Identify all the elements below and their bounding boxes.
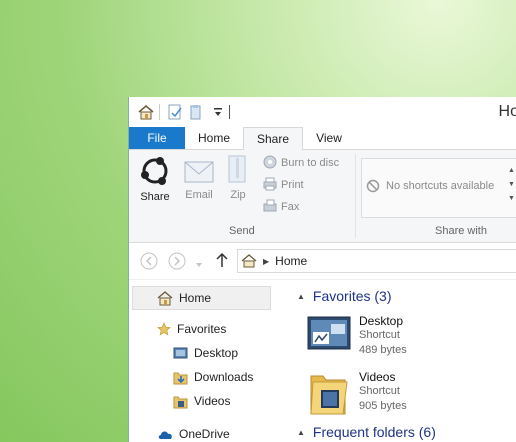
nav-home-label: Home bbox=[179, 291, 212, 305]
back-button[interactable] bbox=[139, 251, 159, 274]
burn-label: Burn to disc bbox=[281, 157, 340, 169]
item-type: Shortcut bbox=[359, 385, 400, 397]
item-name: Videos bbox=[359, 370, 396, 384]
nav-desktop-label: Desktop bbox=[194, 346, 239, 360]
zip-icon bbox=[228, 155, 246, 183]
list-item-videos[interactable]: Videos Shortcut 905 bytes bbox=[307, 370, 507, 420]
zip-button-label: Zip bbox=[230, 189, 246, 201]
nav-item-videos[interactable]: Videos bbox=[173, 390, 230, 412]
onedrive-cloud-icon bbox=[157, 428, 173, 440]
nav-item-favorites[interactable]: Favorites bbox=[157, 318, 226, 340]
email-icon bbox=[184, 161, 214, 183]
print-button[interactable]: Print bbox=[263, 176, 304, 194]
disc-icon bbox=[263, 155, 277, 172]
forward-arrow-icon bbox=[168, 252, 186, 270]
printer-icon bbox=[263, 177, 277, 194]
share-button[interactable]: Share bbox=[135, 154, 175, 203]
file-explorer-window: Ho File Home Share View Share Email Zip … bbox=[128, 97, 516, 442]
nav-item-home[interactable]: Home bbox=[132, 286, 271, 310]
tab-home[interactable]: Home bbox=[185, 127, 243, 149]
nav-favorites-label: Favorites bbox=[177, 322, 227, 336]
nav-item-onedrive[interactable]: OneDrive bbox=[157, 423, 230, 442]
address-bar-row: ▶ Home bbox=[129, 243, 516, 280]
chevron-down-icon bbox=[196, 263, 202, 267]
star-icon bbox=[157, 322, 171, 336]
address-field[interactable]: ▶ Home bbox=[237, 249, 516, 273]
fax-icon bbox=[263, 199, 277, 216]
home-location-icon bbox=[241, 254, 257, 268]
downloads-icon bbox=[173, 370, 188, 385]
ribbon-separator bbox=[355, 154, 356, 238]
ribbon: Share Email Zip Burn to disc Print Fax S… bbox=[129, 150, 516, 243]
home-icon[interactable] bbox=[137, 103, 155, 121]
tab-file[interactable]: File bbox=[129, 127, 185, 149]
collapse-chevron-icon[interactable]: ▲ bbox=[297, 428, 305, 437]
print-label: Print bbox=[281, 179, 304, 191]
item-type: Shortcut bbox=[359, 329, 400, 341]
title-bar: Ho bbox=[129, 97, 516, 127]
title-divider bbox=[229, 105, 230, 119]
breadcrumb-chevron-icon: ▶ bbox=[263, 256, 270, 266]
favorites-group-header[interactable]: ▲ Favorites (3) bbox=[297, 288, 392, 304]
fax-label: Fax bbox=[281, 201, 300, 213]
share-icon bbox=[141, 157, 168, 185]
frequent-folders-group-header[interactable]: ▲ Frequent folders (6) bbox=[297, 424, 436, 440]
desktop-icon bbox=[173, 347, 188, 360]
forward-button[interactable] bbox=[167, 251, 187, 274]
no-entry-icon bbox=[366, 179, 380, 193]
divider bbox=[159, 104, 160, 120]
nav-downloads-label: Downloads bbox=[194, 370, 254, 384]
tab-view[interactable]: View bbox=[301, 127, 357, 149]
new-folder-icon[interactable] bbox=[189, 103, 203, 121]
back-arrow-icon bbox=[140, 252, 158, 270]
share-with-group-label: Share with bbox=[435, 225, 487, 237]
nav-item-desktop[interactable]: Desktop bbox=[173, 342, 238, 364]
up-arrow-icon bbox=[216, 252, 228, 267]
zip-button[interactable]: Zip bbox=[221, 154, 255, 201]
no-shortcuts-text: No shortcuts available bbox=[386, 180, 495, 192]
tab-share[interactable]: Share bbox=[243, 127, 303, 151]
favorites-header-label: Favorites (3) bbox=[312, 288, 392, 304]
burn-to-disc-button[interactable]: Burn to disc bbox=[263, 154, 339, 172]
send-group-label: Send bbox=[229, 225, 255, 237]
email-button-label: Email bbox=[185, 189, 213, 201]
recent-locations-dropdown[interactable] bbox=[195, 257, 203, 271]
customize-quick-access-icon[interactable] bbox=[213, 103, 223, 121]
item-size: 489 bytes bbox=[359, 344, 407, 356]
content-pane: ▲ Favorites (3) Desktop Shortcut 489 byt… bbox=[277, 280, 516, 442]
nav-item-downloads[interactable]: Downloads bbox=[173, 366, 253, 388]
ribbon-tabs: File Home Share View bbox=[129, 127, 516, 151]
up-button[interactable] bbox=[215, 252, 229, 271]
email-button[interactable]: Email bbox=[179, 156, 219, 201]
collapse-chevron-icon[interactable]: ▲ bbox=[297, 292, 305, 301]
item-name: Desktop bbox=[359, 314, 404, 328]
desktop-shortcut-icon bbox=[307, 316, 351, 355]
properties-icon[interactable] bbox=[167, 103, 183, 121]
videos-icon bbox=[173, 394, 188, 409]
fax-button[interactable]: Fax bbox=[263, 198, 299, 216]
nav-videos-label: Videos bbox=[194, 394, 231, 408]
home-icon bbox=[157, 290, 173, 306]
share-button-label: Share bbox=[140, 191, 170, 203]
list-item-desktop[interactable]: Desktop Shortcut 489 bytes bbox=[307, 314, 507, 364]
videos-shortcut-icon bbox=[309, 368, 349, 419]
item-size: 905 bytes bbox=[359, 400, 407, 412]
nav-onedrive-label: OneDrive bbox=[179, 427, 230, 441]
frequent-header-label: Frequent folders (6) bbox=[312, 424, 436, 440]
window-title: Ho bbox=[498, 103, 516, 120]
navigation-pane: Home Favorites Desktop Downloads Videos … bbox=[129, 280, 277, 442]
gallery-scroll[interactable]: ▲ ▼ ▼ bbox=[508, 167, 516, 225]
share-with-gallery[interactable]: No shortcuts available ▲ ▼ ▼ bbox=[361, 158, 516, 218]
breadcrumb-home[interactable]: Home bbox=[275, 254, 307, 268]
